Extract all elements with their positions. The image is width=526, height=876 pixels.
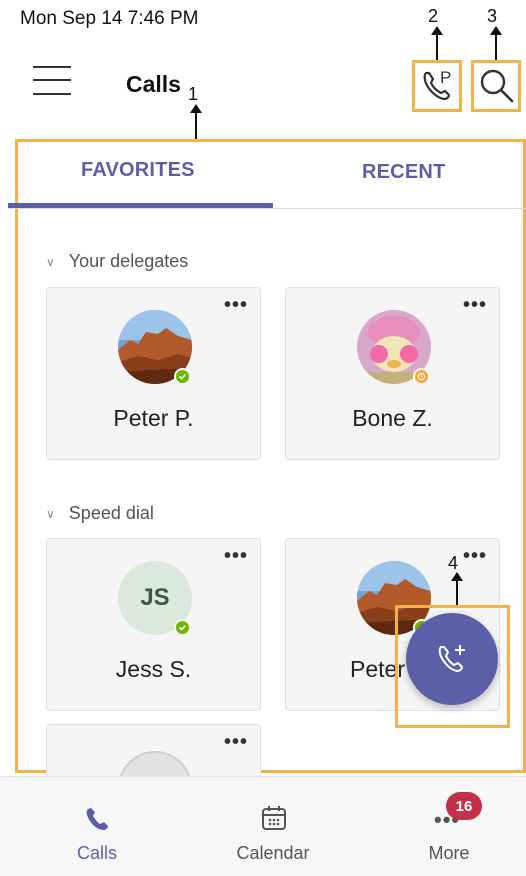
- highlight-box-3: [471, 60, 521, 112]
- more-options-icon[interactable]: •••: [224, 546, 248, 566]
- nav-label: Calendar: [236, 843, 310, 863]
- annotation-arrow-2: [431, 26, 443, 60]
- annotation-arrow-3: [490, 26, 502, 60]
- status-time: Mon Sep 14 7:46 PM: [20, 8, 199, 29]
- contact-name: Peter P.: [113, 405, 194, 431]
- annotation-label-4: 4: [448, 553, 459, 573]
- annotation-label-3: 3: [487, 6, 498, 26]
- more-options-icon[interactable]: •••: [463, 546, 487, 566]
- chevron-down-icon: ∨: [46, 254, 55, 269]
- calendar-icon: [262, 806, 286, 830]
- phone-icon: [86, 808, 108, 830]
- tab-active-indicator: [8, 203, 273, 208]
- highlight-box-4: [395, 605, 510, 728]
- contact-card[interactable]: •••: [46, 724, 261, 825]
- tab-favorites[interactable]: FAVORITES: [81, 159, 195, 182]
- presence-available-icon: [174, 619, 191, 636]
- presence-available-icon: [174, 368, 191, 385]
- section-header-speed-dial[interactable]: ∨ Speed dial: [46, 503, 154, 524]
- more-options-icon[interactable]: •••: [463, 295, 487, 315]
- annotation-label-2: 2: [428, 6, 439, 26]
- contact-name: Jess S.: [115, 656, 192, 682]
- page-title: Calls: [126, 71, 181, 97]
- more-options-icon[interactable]: •••: [224, 732, 248, 752]
- more-options-icon[interactable]: •••: [224, 295, 248, 315]
- bottom-nav: Calls Calendar ••• More: [0, 776, 526, 876]
- annotation-arrow-1: [190, 104, 202, 139]
- nav-label: Calls: [76, 843, 117, 863]
- contact-card[interactable]: ••• Peter P.: [46, 287, 261, 460]
- chevron-down-icon: ∨: [46, 506, 55, 521]
- menu-icon[interactable]: [33, 66, 71, 96]
- nav-label: More: [428, 843, 470, 863]
- section-title: Your delegates: [68, 251, 189, 271]
- contact-card[interactable]: ••• Bone Z.: [285, 287, 500, 460]
- tab-divider: [8, 208, 526, 209]
- section-header-delegates[interactable]: ∨ Your delegates: [46, 251, 188, 272]
- tab-recent[interactable]: RECENT: [362, 161, 445, 184]
- presence-away-icon: [413, 368, 430, 385]
- contact-name: Bone Z.: [352, 405, 433, 431]
- annotation-label-1: 1: [188, 84, 199, 104]
- contact-card[interactable]: ••• JS Jess S.: [46, 538, 261, 711]
- highlight-box-2: [412, 60, 462, 112]
- notification-badge: 16: [446, 792, 482, 820]
- section-title: Speed dial: [68, 503, 154, 523]
- annotation-arrow-4: [451, 572, 463, 605]
